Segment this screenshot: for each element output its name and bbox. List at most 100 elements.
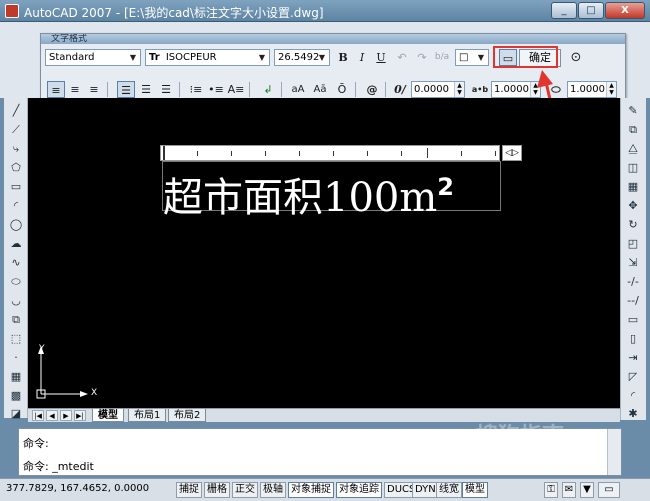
letters-icon[interactable]: A≡ (227, 81, 245, 98)
clean-screen-icon[interactable]: ▭ (598, 482, 620, 498)
osnap-toggle[interactable]: 对象捕捉 (288, 482, 334, 498)
italic-button[interactable]: I (353, 49, 371, 66)
copy-icon[interactable]: ⧉ (625, 123, 641, 137)
rotate-icon[interactable]: ↻ (625, 218, 641, 232)
tab-model[interactable]: 模型 (92, 409, 124, 422)
circle-icon[interactable]: ◯ (8, 218, 24, 232)
align-bottom-icon[interactable]: ☰ (157, 81, 175, 98)
dyn-toggle[interactable]: DYN (412, 482, 439, 498)
text-style-select[interactable]: Standard ▼ (45, 49, 141, 66)
construction-line-icon[interactable]: ⟋ (8, 123, 24, 137)
ruler-resize-handle-icon[interactable]: ◁▷ (502, 145, 522, 161)
tab-layout1[interactable]: 布局1 (128, 409, 167, 422)
insert-field-icon[interactable]: ↲ (259, 81, 277, 98)
width-factor-field[interactable]: 1.0000 ▲ ▼ (567, 81, 617, 98)
spline-icon[interactable]: ∿ (8, 256, 24, 270)
scale-icon[interactable]: ◰ (625, 237, 641, 251)
lock-icon[interactable]: ⚿ (544, 482, 558, 498)
align-left-icon[interactable]: ≡ (47, 81, 65, 98)
align-center-icon[interactable]: ≡ (66, 81, 84, 98)
tracking-field[interactable]: 1.0000 ▲ ▼ (491, 81, 541, 98)
numbering-icon[interactable]: ⁝≡ (187, 81, 205, 98)
text-formatting-title[interactable]: 文字格式 (41, 34, 625, 44)
ortho-toggle[interactable]: 正交 (232, 482, 258, 498)
align-right-icon[interactable]: ≡ (85, 81, 103, 98)
lowercase-icon[interactable]: Aā (311, 81, 329, 98)
spinner-arrows-icon[interactable]: ▲ ▼ (454, 82, 464, 97)
model-toggle[interactable]: 模型 (462, 482, 488, 498)
drawing-area[interactable]: ◁▷ 超市面积100m2 Y X (28, 98, 620, 408)
ruler-indent-marker[interactable] (163, 146, 165, 160)
polygon-icon[interactable]: ⬠ (8, 161, 24, 175)
command-prompt-line[interactable]: 命令: _mtedit (23, 458, 94, 474)
uppercase-icon[interactable]: aA (289, 81, 307, 98)
line-icon[interactable]: ╱ (8, 104, 24, 118)
last-tab-icon[interactable]: ▶| (74, 410, 86, 421)
point-icon[interactable]: · (8, 351, 24, 365)
prev-tab-icon[interactable]: ◀ (46, 410, 58, 421)
ruler-tick (401, 151, 402, 156)
ellipse-arc-icon[interactable]: ◡ (8, 294, 24, 308)
region-icon[interactable]: ◪ (8, 407, 24, 421)
ellipse-icon[interactable]: ⬭ (8, 275, 24, 289)
tab-layout2[interactable]: 布局2 (168, 409, 207, 422)
extend-icon[interactable]: --/ (625, 294, 641, 308)
redo-button[interactable]: ↷ (413, 49, 431, 66)
communication-center-icon[interactable]: ✉ (562, 482, 576, 498)
status-menu-icon[interactable]: ▼ (580, 482, 594, 498)
bullets-icon[interactable]: •≡ (207, 81, 225, 98)
autocad-app-icon[interactable] (5, 4, 19, 18)
coordinates-readout[interactable]: 377.7829, 167.4652, 0.0000 (6, 483, 149, 494)
fillet-icon[interactable]: ◜ (625, 389, 641, 403)
spinner-arrows-icon[interactable]: ▲ ▼ (606, 82, 616, 97)
hatch-icon[interactable]: ▦ (8, 370, 24, 384)
command-scrollbar[interactable] (607, 429, 621, 475)
break-at-point-icon[interactable]: ▯ (625, 332, 641, 346)
overline-icon[interactable]: Ō (333, 81, 351, 98)
mtext-ruler[interactable] (160, 145, 500, 161)
text-height-select[interactable]: 26.5492 ▼ (274, 49, 330, 66)
gradient-icon[interactable]: ▩ (8, 389, 24, 403)
erase-icon[interactable]: ✎ (625, 104, 641, 118)
join-icon[interactable]: ⇥ (625, 351, 641, 365)
rectangle-icon[interactable]: ▭ (8, 180, 24, 194)
undo-button[interactable]: ↶ (393, 49, 411, 66)
make-block-icon[interactable]: ⬚ (8, 332, 24, 346)
options-icon[interactable]: ⊙ (567, 49, 585, 66)
snap-toggle[interactable]: 捕捉 (176, 482, 202, 498)
insert-block-icon[interactable]: ⧉ (8, 313, 24, 327)
lineweight-toggle[interactable]: 线宽 (436, 482, 462, 498)
text-color-select[interactable]: □ ▼ (455, 49, 489, 66)
break-icon[interactable]: ▭ (625, 313, 641, 327)
array-icon[interactable]: ▦ (625, 180, 641, 194)
oblique-angle-field[interactable]: 0.0000 ▲ ▼ (411, 81, 465, 98)
close-button[interactable]: X (605, 2, 645, 19)
spinner-arrows-icon[interactable]: ▲ ▼ (530, 82, 540, 97)
bold-button[interactable]: B (334, 49, 352, 66)
maximize-button[interactable]: □ (578, 2, 604, 19)
move-icon[interactable]: ✥ (625, 199, 641, 213)
chamfer-icon[interactable]: ◸ (625, 370, 641, 384)
underline-button[interactable]: U (372, 49, 390, 66)
mirror-icon[interactable]: ⧋ (625, 142, 641, 156)
polar-toggle[interactable]: 极轴 (260, 482, 286, 498)
align-middle-icon[interactable]: ☰ (137, 81, 155, 98)
revision-cloud-icon[interactable]: ☁ (8, 237, 24, 251)
font-select[interactable]: Tr ISOCPEUR ▼ (145, 49, 270, 66)
stretch-icon[interactable]: ⇲ (625, 256, 641, 270)
mtext-content[interactable]: 超市面积100m2 (163, 165, 454, 220)
arc-icon[interactable]: ◜ (8, 199, 24, 213)
grid-toggle[interactable]: 栅格 (204, 482, 230, 498)
explode-icon[interactable]: ✱ (625, 407, 641, 421)
offset-icon[interactable]: ◫ (625, 161, 641, 175)
polyline-icon[interactable]: ⤷ (8, 142, 24, 156)
trim-icon[interactable]: -/- (625, 275, 641, 289)
first-tab-icon[interactable]: |◀ (32, 410, 44, 421)
minimize-button[interactable]: _ (551, 2, 577, 19)
align-top-icon[interactable]: ☰ (117, 81, 135, 98)
mtext-editor[interactable]: 超市面积100m2 (162, 161, 501, 220)
symbol-icon[interactable]: @ (363, 81, 381, 98)
stack-button[interactable]: b/a (433, 49, 451, 66)
otrack-toggle[interactable]: 对象追踪 (336, 482, 382, 498)
next-tab-icon[interactable]: ▶ (60, 410, 72, 421)
